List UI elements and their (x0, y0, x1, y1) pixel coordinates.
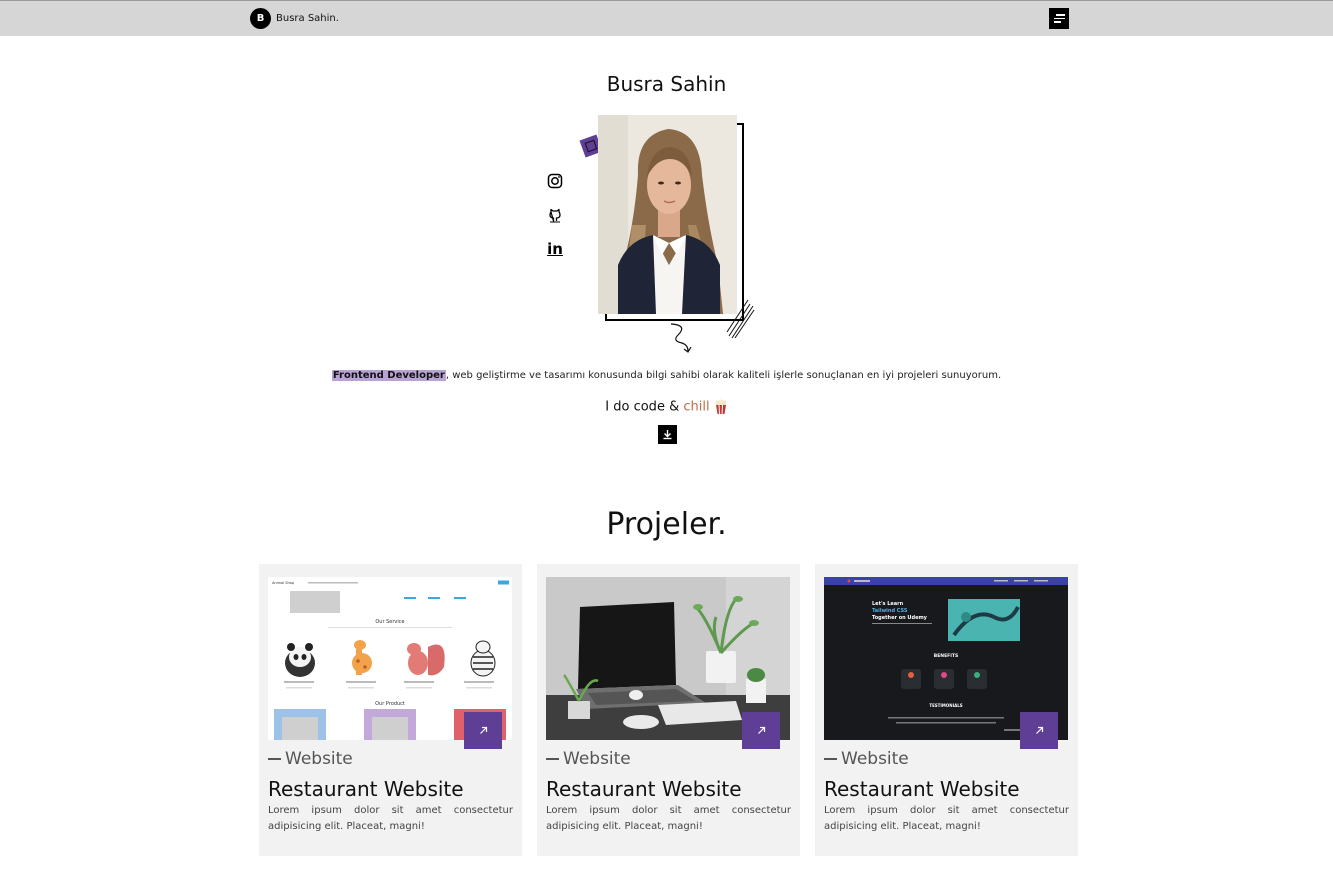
popcorn-icon (715, 399, 727, 415)
project-description: Lorem ipsum dolor sit amet consectetur a… (824, 805, 1069, 832)
menu-line (1053, 17, 1065, 20)
thumb-section-title: TESTIMONIALS (929, 703, 962, 708)
project-title: Restaurant Website (824, 777, 1020, 801)
linkedin-link[interactable]: in (545, 239, 565, 259)
profile-photo (598, 115, 737, 314)
project-card[interactable]: Let's Learn Tailwind CSS Together on Ude… (815, 564, 1078, 856)
project-category-label: Website (563, 749, 631, 769)
brand-logo: B (250, 8, 271, 29)
navbar: B Busra Sahin. (0, 0, 1333, 36)
download-cv-button[interactable] (658, 425, 677, 444)
open-project-button[interactable] (1020, 712, 1058, 749)
decorative-arrow (670, 323, 692, 353)
project-category: Website (546, 749, 631, 769)
thumb-headline: Tailwind CSS (872, 608, 908, 614)
project-card[interactable]: Animal Shop Our Service Our Product Webs… (259, 564, 522, 856)
category-dash (824, 758, 837, 760)
thumb-section-title: Our Product (375, 701, 405, 707)
decorative-lines (726, 299, 755, 339)
about-description: , web geliştirme ve tasarımı konusunda b… (445, 370, 1002, 381)
project-title: Restaurant Website (268, 777, 464, 801)
project-category-label: Website (285, 749, 353, 769)
arrow-up-right-icon (757, 726, 765, 734)
project-title: Restaurant Website (546, 777, 742, 801)
menu-line (1053, 21, 1061, 23)
category-dash (268, 758, 281, 760)
project-category: Website (268, 749, 353, 769)
github-icon (549, 208, 561, 223)
tagline-prefix: I do code & (605, 399, 684, 415)
brand-name: Busra Sahin. (276, 13, 339, 24)
thumb-nav-logo: Animal Shop (272, 581, 295, 585)
portrait-illustration (598, 115, 737, 314)
menu-line (1055, 14, 1065, 16)
projects-title: Projeler. (606, 507, 727, 542)
instagram-link[interactable] (545, 171, 565, 191)
category-dash (546, 758, 559, 760)
thumb-section-title: BENEFITS (934, 653, 958, 659)
tagline: I do code & chill (0, 399, 1333, 415)
project-description: Lorem ipsum dolor sit amet consectetur a… (546, 805, 791, 832)
menu-button[interactable] (1049, 8, 1069, 29)
arrow-up-right-icon (479, 726, 487, 734)
github-link[interactable] (545, 205, 565, 225)
role-highlight: Frontend Developer (331, 370, 446, 381)
instagram-icon (547, 173, 563, 189)
hero-name: Busra Sahin (606, 72, 727, 96)
arrow-up-right-icon (1035, 726, 1043, 734)
brand-link[interactable]: B Busra Sahin. (250, 8, 339, 29)
download-icon (663, 430, 672, 440)
thumb-headline: Let's Learn (872, 601, 904, 607)
linkedin-icon: in (547, 240, 563, 258)
thumb-headline: Together on Udemy (872, 615, 928, 621)
open-project-button[interactable] (464, 712, 502, 749)
open-project-button[interactable] (742, 712, 780, 749)
about-text: Frontend Developer, web geliştirme ve ta… (0, 370, 1333, 381)
thumb-section-title: Our Service (375, 619, 404, 625)
project-card[interactable]: Website Restaurant Website Lorem ipsum d… (537, 564, 800, 856)
project-category-label: Website (841, 749, 909, 769)
project-description: Lorem ipsum dolor sit amet consectetur a… (268, 805, 513, 832)
project-category: Website (824, 749, 909, 769)
tagline-chill: chill (683, 399, 710, 415)
